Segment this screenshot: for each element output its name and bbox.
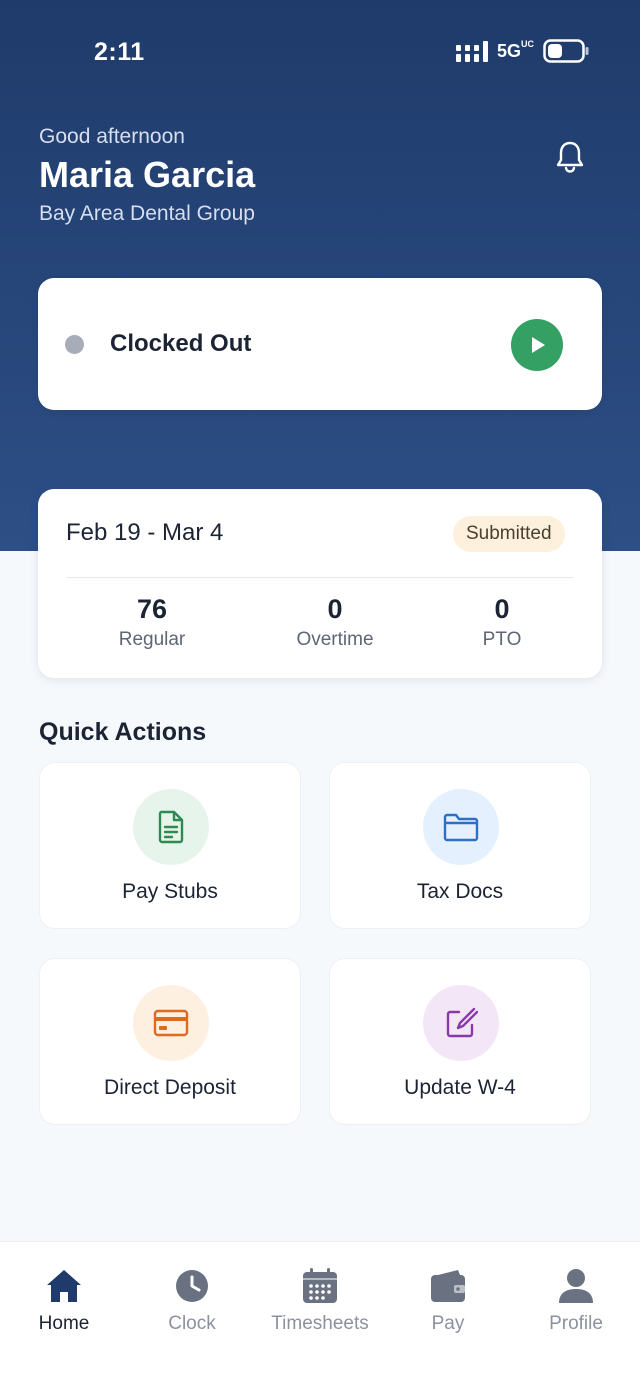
stat-label: Overtime [296,629,374,650]
quick-action-label: Tax Docs [416,880,504,903]
clock-status-text: Clocked Out [110,330,252,357]
home-icon [47,1270,81,1302]
stat-value: 76 [136,594,168,624]
pay-period-card[interactable]: Feb 19 - Mar 4 Submitted 76 Regular 0 Ov… [38,489,602,678]
direct-deposit-icon-circle [133,985,209,1061]
status-time: 2:11 [94,38,145,66]
stat-value: 0 [494,594,510,624]
bell-icon [556,141,584,173]
stat-overtime: 0 Overtime [255,593,415,651]
nav-home[interactable]: Home [0,1266,128,1346]
clock-status-card: Clocked Out [38,278,602,410]
quick-action-label: Direct Deposit [104,1076,236,1099]
direct-deposit-button[interactable]: Direct Deposit [39,958,301,1125]
nav-label: Timesheets [271,1313,369,1334]
document-icon [158,810,184,844]
stat-regular: 76 Regular [72,593,232,651]
nav-profile[interactable]: Profile [512,1266,640,1346]
nav-label: Home [38,1313,90,1334]
clock-status-dot [65,335,84,354]
nav-label: Pay [431,1313,465,1334]
battery-icon [543,39,589,63]
stat-value: 0 [327,594,343,624]
bottom-navigation: Home Clock Timesheets Pay Profile [0,1241,640,1391]
calendar-icon [303,1268,337,1303]
network-label: 5G [497,41,522,61]
pay-period-range: Feb 19 - Mar 4 [66,519,224,546]
credit-card-icon [153,1009,189,1037]
tax-docs-button[interactable]: Tax Docs [329,762,591,929]
greeting-text: Good afternoon [39,125,185,148]
user-name: Maria Garcia [39,154,256,195]
quick-action-label: Pay Stubs [122,880,218,903]
nav-pay[interactable]: Pay [384,1266,512,1346]
notifications-button[interactable] [549,136,591,178]
person-icon [559,1269,593,1303]
update-w4-icon-circle [423,985,499,1061]
signal-icon [456,41,488,62]
quick-action-label: Update W-4 [404,1076,516,1099]
folder-icon [443,813,479,842]
play-icon [532,337,545,353]
network-suffix: UC [521,39,535,49]
pay-stubs-icon-circle [133,789,209,865]
clock-in-button[interactable] [511,319,563,371]
nav-label: Profile [549,1313,603,1334]
pay-stubs-button[interactable]: Pay Stubs [39,762,301,929]
nav-label: Clock [168,1313,216,1334]
update-w4-button[interactable]: Update W-4 [329,958,591,1125]
nav-clock[interactable]: Clock [128,1266,256,1346]
company-name: Bay Area Dental Group [39,202,255,225]
stat-label: PTO [482,629,522,650]
clock-icon [176,1270,208,1302]
nav-timesheets[interactable]: Timesheets [256,1266,384,1346]
quick-actions-heading: Quick Actions [39,718,207,746]
stat-pto: 0 PTO [422,593,582,651]
wallet-icon [431,1270,465,1302]
status-bar: 2:11 5GUC [0,0,640,100]
network-indicator: 5GUC [497,39,535,62]
status-badge: Submitted [453,516,565,552]
edit-icon [446,1007,478,1038]
tax-docs-icon-circle [423,789,499,865]
divider [66,577,574,578]
stat-label: Regular [118,629,186,650]
